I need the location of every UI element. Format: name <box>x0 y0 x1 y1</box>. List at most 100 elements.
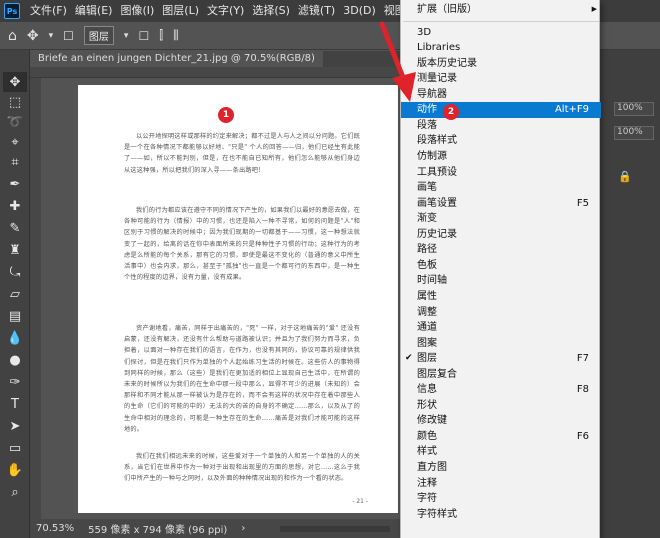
eyedropper-icon[interactable]: ✒ <box>3 174 27 194</box>
quick-select-icon[interactable]: ⌖ <box>3 132 27 152</box>
window-menu-item[interactable]: 修改键 <box>401 413 601 429</box>
window-menu-item[interactable]: 画笔 <box>401 180 601 196</box>
window-menu-item[interactable]: 颜色 F6 <box>401 429 601 445</box>
align-dropdown[interactable]: 图层 <box>83 26 114 45</box>
window-menu-item[interactable]: 样式 <box>401 444 601 460</box>
healing-brush-icon[interactable]: ✚ <box>3 196 27 216</box>
window-menu-item[interactable]: 属性 <box>401 289 601 305</box>
menu-item-label: 仿制源 <box>417 151 447 162</box>
window-menu-item[interactable]: 注释 <box>401 476 601 492</box>
window-menu-item[interactable]: 字符 <box>401 491 601 507</box>
window-menu-item[interactable]: 图案 <box>401 336 601 352</box>
menu-item-label: 图案 <box>417 337 437 349</box>
brush-tool-icon[interactable]: ✎ <box>3 218 27 238</box>
ruler-vertical <box>30 78 41 519</box>
ruler-horizontal <box>30 67 400 78</box>
document-page[interactable]: 1 以公开地探明这样或那样的约定来解决；都不过是人与人之间以分问题。它们既是一个… <box>78 85 398 513</box>
window-menu-item[interactable]: 路径 <box>401 242 601 258</box>
move-tool-icon[interactable]: ✥ <box>3 72 27 92</box>
status-bar: 70.53% 559 像素 x 794 像素 (96 ppi) › <box>30 519 400 538</box>
canvas-area[interactable]: 1 以公开地探明这样或那样的约定来解决；都不过是人与人之间以分问题。它们既是一个… <box>30 67 400 519</box>
document-tab[interactable]: Briefe an einen jungen Dichter_21.jpg @ … <box>30 51 323 67</box>
window-menu-item[interactable]: 信息 F8 <box>401 382 601 398</box>
submenu-arrow-icon: ▶ <box>591 5 597 13</box>
type-tool-icon[interactable]: T <box>3 394 27 414</box>
annotation-arrow <box>379 21 416 102</box>
document-tab-strip: Briefe an einen jungen Dichter_21.jpg @ … <box>30 51 400 67</box>
move-tool-icon[interactable]: ✥ <box>27 28 39 44</box>
step-badge-1: 1 <box>218 107 234 123</box>
document-dimensions: 559 像素 x 794 像素 (96 ppi) <box>88 525 228 536</box>
marquee-tool-icon[interactable]: ⬚ <box>3 92 27 112</box>
window-menu-item[interactable]: 色板 <box>401 258 601 274</box>
photoshop-window: Ps 文件(F) 编辑(E) 图像(I) 图层(L) 文字(Y) 选择(S) 滤镜(T) 3D… <box>0 0 660 538</box>
menu-item-shortcut: F6 <box>576 430 589 442</box>
menu-item-label: 段落样式 <box>417 135 457 147</box>
window-menu-item[interactable]: 直方图 <box>401 460 601 476</box>
window-menu-item[interactable]: 画笔设置 F5 <box>401 196 601 212</box>
menu-item-label: 属性 <box>417 290 437 302</box>
layers-panel-edge: 100% 100% <box>600 50 660 538</box>
window-menu-item[interactable]: 仿制源 <box>401 149 601 165</box>
lock-icon[interactable]: 🔒 <box>618 170 632 183</box>
window-menu-item[interactable]: 字符样式 <box>401 507 601 523</box>
checkmark-icon: ✔ <box>405 353 413 364</box>
menu-item[interactable]: 3D(D) <box>339 0 380 22</box>
window-menu-item[interactable]: 历史记录 <box>401 227 601 243</box>
chevron-down-icon[interactable]: ▾ <box>49 31 54 41</box>
menu-item-shortcut: Alt+F9 <box>554 104 589 116</box>
window-menu-item[interactable]: 形状 <box>401 398 601 414</box>
window-menu-item[interactable]: 段落 <box>401 118 601 134</box>
menu-item[interactable]: 文字(Y) <box>203 0 248 22</box>
menu-item-label: 路径 <box>417 244 437 256</box>
lasso-tool-icon[interactable]: ➰ <box>3 112 27 132</box>
menu-item-label: 段落 <box>417 119 437 131</box>
window-menu-item[interactable]: 通道 <box>401 320 601 336</box>
menu-item-label: 历史记录 <box>417 228 457 240</box>
menu-item-label: 信息 <box>417 384 437 396</box>
pen-tool-icon[interactable]: ✑ <box>3 372 27 392</box>
history-brush-icon[interactable]: ⤿ <box>3 262 27 282</box>
menu-item-shortcut: F8 <box>576 384 589 396</box>
window-menu-item[interactable]: 图层复合 <box>401 367 601 383</box>
menu-item[interactable]: 图层(L) <box>158 0 203 22</box>
menu-item[interactable]: 图像(I) <box>116 0 158 22</box>
menu-item[interactable]: 选择(S) <box>248 0 294 22</box>
menu-item-label: 形状 <box>417 399 437 411</box>
window-menu-item[interactable]: 工具预设 <box>401 165 601 181</box>
menu-item[interactable]: 编辑(E) <box>71 0 117 22</box>
ps-logo-icon[interactable]: Ps <box>4 3 20 19</box>
window-menu-item[interactable]: 时间轴 <box>401 273 601 289</box>
horizontal-scrollbar[interactable] <box>280 525 390 532</box>
menu-item[interactable]: 文件(F) <box>26 0 71 22</box>
window-menu-item[interactable]: 段落样式 <box>401 133 601 149</box>
crop-tool-icon[interactable]: ⌗ <box>3 152 27 172</box>
menu-item-label: 注释 <box>417 477 437 489</box>
menu-item[interactable]: 滤镜(T) <box>294 0 339 22</box>
window-menu-item[interactable]: 渐变 <box>401 211 601 227</box>
auto-select-icon[interactable]: ☐ <box>63 29 74 43</box>
opacity-field[interactable]: 100% <box>614 102 654 116</box>
transform-controls-icon[interactable]: ☐ <box>138 29 149 43</box>
stamp-tool-icon[interactable]: ♜ <box>3 240 27 260</box>
dodge-tool-icon[interactable]: ● <box>3 350 27 370</box>
window-menu-item[interactable]: 调整 <box>401 305 601 321</box>
chevron-down-icon[interactable]: ▾ <box>124 31 129 41</box>
zoom-tool-icon[interactable]: ⌕ <box>3 482 27 502</box>
menu-item-label: 样式 <box>417 446 437 458</box>
gradient-tool-icon[interactable]: ▤ <box>3 306 27 326</box>
zoom-level[interactable]: 70.53% <box>36 523 74 534</box>
status-chevron-icon[interactable]: › <box>241 523 245 534</box>
align-left-icon[interactable]: ⫿ <box>159 28 163 43</box>
menu-item-label: 画笔 <box>417 182 437 194</box>
window-menu-item[interactable]: 扩展（旧版） ▶ <box>401 2 601 18</box>
eraser-tool-icon[interactable]: ▱ <box>3 284 27 304</box>
fill-field[interactable]: 100% <box>614 126 654 140</box>
hand-tool-icon[interactable]: ✋ <box>3 460 27 480</box>
rectangle-tool-icon[interactable]: ▭ <box>3 438 27 458</box>
window-menu-item[interactable]: ✔ 图层 F7 <box>401 351 601 367</box>
path-select-icon[interactable]: ➤ <box>3 416 27 436</box>
align-center-icon[interactable]: ⫼ <box>173 28 179 43</box>
home-icon[interactable]: ⌂ <box>8 28 17 44</box>
blur-tool-icon[interactable]: 💧 <box>3 328 27 348</box>
